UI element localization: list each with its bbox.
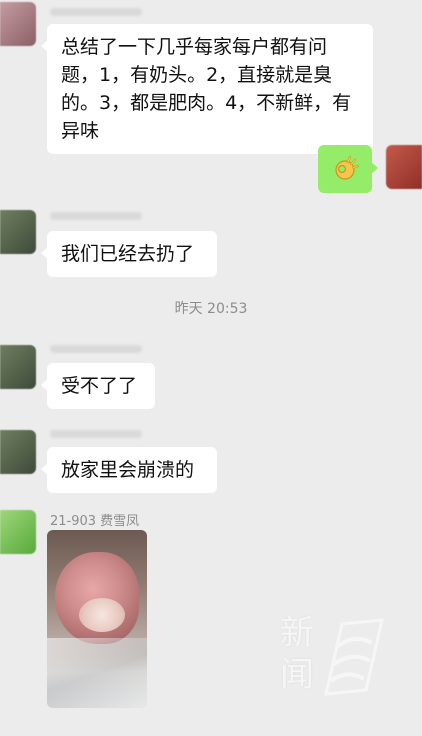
message-text: 受不了了 — [61, 375, 138, 397]
message-bubble[interactable]: 总结了一下几乎每家每户都有问题，1，有奶头。2，直接就是臭的。3，都是肥肉。4，… — [41, 24, 373, 154]
message-bubble[interactable]: 放家里会崩溃的 — [41, 447, 217, 493]
avatar[interactable] — [0, 210, 36, 254]
sender-name-blurred — [50, 212, 142, 220]
sender-name: 21-903 费雪凤 — [50, 514, 140, 529]
photo-content — [47, 638, 147, 708]
watermark-text: 新闻 — [280, 613, 314, 695]
logo-icon — [324, 618, 384, 696]
avatar[interactable] — [0, 345, 36, 389]
message-bubble[interactable]: 我们已经去扔了 — [41, 231, 217, 277]
outgoing-message-bubble[interactable] — [318, 145, 378, 193]
photo-content — [79, 598, 125, 632]
sender-name-blurred — [50, 345, 142, 353]
image-message[interactable] — [47, 530, 147, 708]
watermark: 新闻 — [280, 612, 392, 704]
ok-hand-icon — [335, 155, 359, 180]
message-text: 我们已经去扔了 — [61, 243, 195, 265]
chat-timestamp: 昨天 20:53 — [174, 301, 248, 317]
my-avatar[interactable] — [386, 145, 422, 189]
avatar[interactable] — [0, 430, 36, 474]
sender-name-blurred — [50, 430, 142, 438]
avatar[interactable] — [0, 2, 36, 46]
message-text: 放家里会崩溃的 — [61, 459, 195, 481]
message-text: 总结了一下几乎每家每户都有问题，1，有奶头。2，直接就是臭的。3，都是肥肉。4，… — [61, 36, 352, 142]
avatar[interactable] — [0, 510, 36, 554]
message-bubble[interactable]: 受不了了 — [41, 363, 155, 409]
sender-name-blurred — [50, 8, 142, 16]
